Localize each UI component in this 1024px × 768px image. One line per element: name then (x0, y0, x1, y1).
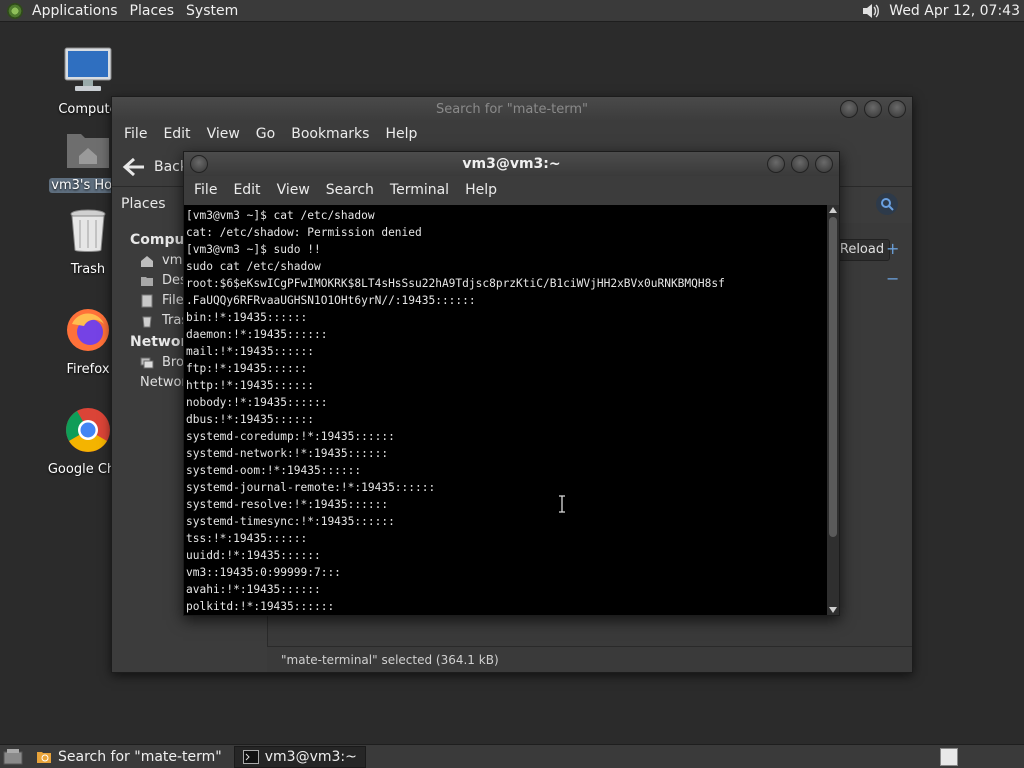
terminal-line: http:!*:19435:::::: (186, 379, 314, 392)
terminal-line: [vm3@vm3 ~]$ sudo !! (186, 243, 321, 256)
scroll-down-icon[interactable] (829, 607, 837, 613)
scroll-up-icon[interactable] (829, 207, 837, 213)
terminal-line: uuidd:!*:19435:::::: (186, 549, 321, 562)
terminal-scrollbar[interactable] (827, 205, 839, 615)
reload-button[interactable]: Reload (834, 239, 890, 261)
menu-file[interactable]: File (116, 126, 155, 142)
clock[interactable]: Wed Apr 12, 07:43 (889, 3, 1020, 19)
menu-search[interactable]: Search (318, 182, 382, 198)
bottom-panel: Search for "mate-term" vm3@vm3:~ (0, 744, 1024, 768)
terminal-line: systemd-timesync:!*:19435:::::: (186, 515, 395, 528)
terminal-menubar: File Edit View Search Terminal Help (184, 176, 839, 204)
terminal-line: tss:!*:19435:::::: (186, 532, 308, 545)
top-panel: Applications Places System Wed Apr 12, 0… (0, 0, 1024, 22)
menu-edit[interactable]: Edit (155, 126, 198, 142)
places-dropdown[interactable]: Places (116, 191, 184, 217)
desktop-icon-label: Trash (70, 262, 106, 277)
show-desktop-icon[interactable] (2, 747, 24, 767)
maximize-button[interactable] (864, 100, 882, 118)
mate-logo-icon[interactable] (4, 0, 26, 22)
window-title: Search for "mate-term" (435, 101, 589, 117)
file-manager-menubar: File Edit View Go Bookmarks Help (112, 121, 912, 147)
close-button[interactable] (815, 155, 833, 173)
terminal-line: nobody:!*:19435:::::: (186, 396, 328, 409)
terminal-screen[interactable]: [vm3@vm3 ~]$ cat /etc/shadow cat: /etc/s… (184, 205, 827, 615)
desktop-icon-label: Firefox (66, 362, 110, 377)
taskbar-item-label: Search for "mate-term" (58, 748, 222, 765)
menu-edit[interactable]: Edit (225, 182, 268, 198)
add-criterion-icon[interactable]: + (886, 239, 899, 258)
applications-menu[interactable]: Applications (26, 0, 124, 22)
menu-file[interactable]: File (186, 182, 225, 198)
terminal-line: systemd-coredump:!*:19435:::::: (186, 430, 395, 443)
desktop-folder-icon (141, 277, 153, 286)
file-manager-titlebar[interactable]: Search for "mate-term" (112, 97, 912, 121)
status-bar: "mate-terminal" selected (364.1 kB) (267, 646, 912, 672)
network-icon (140, 357, 154, 369)
menu-help[interactable]: Help (377, 126, 425, 142)
back-arrow-icon (122, 157, 144, 176)
system-menu[interactable]: System (180, 0, 244, 22)
trash-icon (142, 316, 152, 328)
terminal-line: vm3::19435:0:99999:7::: (186, 566, 341, 579)
menu-help[interactable]: Help (457, 182, 505, 198)
terminal-line: cat: /etc/shadow: Permission denied (186, 226, 422, 239)
taskbar-item-file-manager[interactable]: Search for "mate-term" (28, 746, 230, 768)
maximize-button[interactable] (791, 155, 809, 173)
drive-icon (141, 294, 153, 308)
terminal-line: .FaUQQy6RFRvaaUGHSN1O1OHt6yrN//:19435:::… (186, 294, 476, 307)
terminal-line: mail:!*:19435:::::: (186, 345, 314, 358)
terminal-line: systemd-oom:!*:19435:::::: (186, 464, 362, 477)
menu-view[interactable]: View (269, 182, 318, 198)
menu-go[interactable]: Go (248, 126, 283, 142)
window-menu-button[interactable] (190, 155, 208, 173)
terminal-line: daemon:!*:19435:::::: (186, 328, 328, 341)
search-icon[interactable] (876, 193, 898, 215)
terminal-titlebar[interactable]: vm3@vm3:~ (184, 152, 839, 176)
menu-view[interactable]: View (199, 126, 248, 142)
remove-criterion-icon[interactable]: − (886, 269, 899, 288)
minimize-button[interactable] (767, 155, 785, 173)
terminal-line: systemd-journal-remote:!*:19435:::::: (186, 481, 436, 494)
terminal-icon (242, 749, 259, 764)
terminal-line: [vm3@vm3 ~]$ cat /etc/shadow (186, 209, 375, 222)
top-menu: Applications Places System (26, 0, 244, 22)
scrollbar-thumb[interactable] (829, 217, 837, 537)
taskbar-item-label: vm3@vm3:~ (264, 748, 357, 765)
taskbar-item-terminal[interactable]: vm3@vm3:~ (233, 745, 366, 768)
text-cursor-icon (559, 495, 565, 513)
home-icon (141, 256, 153, 267)
menu-bookmarks[interactable]: Bookmarks (283, 126, 377, 142)
terminal-line: ftp:!*:19435:::::: (186, 362, 308, 375)
terminal-line: avahi:!*:19435:::::: (186, 583, 321, 596)
places-menu[interactable]: Places (124, 0, 181, 22)
terminal-window: vm3@vm3:~ File Edit View Search Terminal… (183, 151, 840, 616)
panel-right: Wed Apr 12, 07:43 (861, 0, 1020, 22)
terminal-line: bin:!*:19435:::::: (186, 311, 308, 324)
close-button[interactable] (888, 100, 906, 118)
terminal-line: root:$6$eKswICgPFwIMOKRK$8LT4sHsSsu22hA9… (186, 277, 725, 290)
speaker-icon[interactable] (861, 2, 881, 20)
terminal-line: systemd-resolve:!*:19435:::::: (186, 498, 389, 511)
minimize-button[interactable] (840, 100, 858, 118)
terminal-line: systemd-network:!*:19435:::::: (186, 447, 389, 460)
terminal-line: dbus:!*:19435:::::: (186, 413, 314, 426)
workspace-switcher[interactable] (940, 748, 958, 766)
window-title: vm3@vm3:~ (462, 156, 561, 172)
computer-icon (38, 46, 138, 98)
back-button[interactable]: Back (122, 157, 188, 177)
folder-search-icon (37, 751, 51, 763)
terminal-line: sudo cat /etc/shadow (186, 260, 321, 273)
terminal-line: polkitd:!*:19435:::::: (186, 600, 335, 613)
menu-terminal[interactable]: Terminal (382, 182, 457, 198)
